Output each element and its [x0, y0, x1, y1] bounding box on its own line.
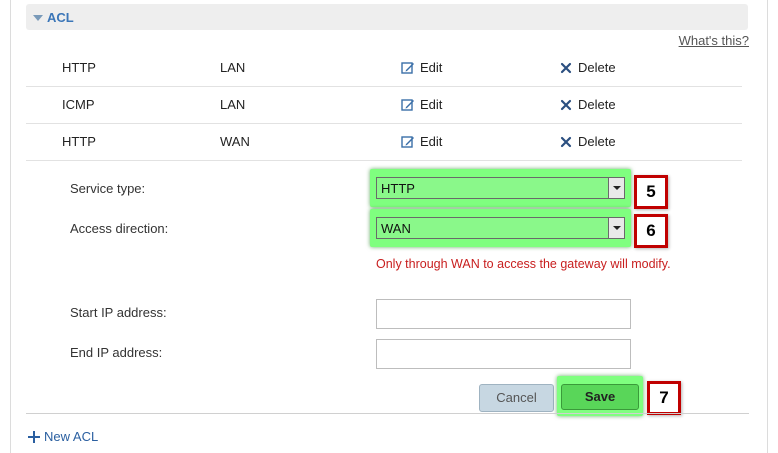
panel-border-left — [10, 0, 11, 453]
panel-border-right — [767, 0, 768, 453]
warning-message: Only through WAN to access the gateway w… — [376, 257, 671, 271]
service-type-highlight: HTTP — [370, 169, 631, 207]
row-direction: WAN — [220, 134, 250, 149]
edit-label: Edit — [420, 134, 443, 149]
delete-label: Delete — [578, 60, 616, 75]
section-divider — [26, 413, 749, 414]
plus-icon — [28, 430, 40, 443]
delete-label: Delete — [578, 97, 616, 112]
edit-button[interactable]: Edit — [401, 134, 442, 149]
delete-button[interactable]: Delete — [559, 134, 616, 149]
edit-icon — [401, 61, 414, 74]
edit-icon — [401, 98, 414, 111]
access-direction-value: WAN — [381, 221, 411, 236]
row-direction: LAN — [220, 97, 246, 112]
acl-section-header[interactable]: ACL — [26, 4, 748, 30]
access-direction-select[interactable]: WAN — [376, 217, 625, 239]
start-ip-input[interactable] — [376, 299, 631, 329]
row-service: ICMP — [62, 97, 95, 112]
close-icon — [560, 136, 572, 147]
edit-button[interactable]: Edit — [401, 60, 442, 75]
delete-button[interactable]: Delete — [559, 60, 616, 75]
edit-label: Edit — [420, 97, 443, 112]
access-direction-highlight: WAN — [370, 209, 631, 247]
end-ip-label: End IP address: — [70, 345, 163, 360]
table-row: HTTP LAN Edit Delete — [26, 49, 742, 87]
start-ip-label: Start IP address: — [70, 305, 167, 320]
service-type-label: Service type: — [70, 181, 146, 196]
delete-label: Delete — [578, 134, 616, 149]
service-type-select[interactable]: HTTP — [376, 177, 625, 199]
close-icon — [560, 99, 572, 110]
edit-icon — [401, 135, 414, 148]
delete-button[interactable]: Delete — [559, 97, 616, 112]
collapse-triangle-icon[interactable] — [33, 15, 43, 21]
row-service: HTTP — [62, 134, 96, 149]
cancel-button[interactable]: Cancel — [479, 384, 554, 412]
step-badge-6: 6 — [634, 214, 668, 248]
section-title: ACL — [47, 10, 74, 25]
whats-this-link[interactable]: What's this? — [679, 33, 749, 48]
edit-button[interactable]: Edit — [401, 97, 442, 112]
row-direction: LAN — [220, 60, 246, 75]
step-badge-5: 5 — [634, 175, 668, 209]
step-badge-7: 7 — [647, 381, 681, 415]
save-button[interactable]: Save — [561, 384, 639, 410]
new-acl-button[interactable]: New ACL — [27, 429, 98, 444]
save-highlight: Save — [557, 376, 643, 416]
table-row: ICMP LAN Edit Delete — [26, 86, 742, 124]
service-type-value: HTTP — [381, 181, 415, 196]
table-row: HTTP WAN Edit Delete — [26, 123, 742, 161]
row-service: HTTP — [62, 60, 96, 75]
end-ip-input[interactable] — [376, 339, 631, 369]
edit-label: Edit — [420, 60, 443, 75]
close-icon — [560, 62, 572, 73]
access-direction-label: Access direction: — [70, 221, 169, 236]
chevron-down-icon[interactable] — [608, 218, 624, 238]
new-acl-label: New ACL — [44, 429, 99, 444]
chevron-down-icon[interactable] — [608, 178, 624, 198]
